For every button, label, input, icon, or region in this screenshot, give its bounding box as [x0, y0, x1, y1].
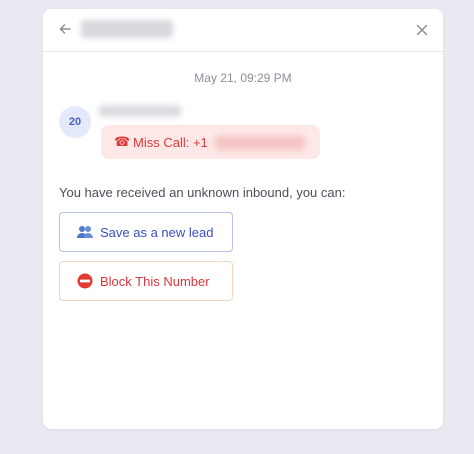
missed-call-label: Miss Call: +1 — [133, 135, 208, 150]
avatar: 20 — [59, 106, 91, 138]
sender-name-redacted — [99, 105, 181, 117]
save-lead-button[interactable]: Save as a new lead — [59, 212, 233, 252]
panel-header — [43, 9, 443, 52]
no-entry-icon — [77, 273, 93, 289]
users-icon — [77, 226, 93, 238]
close-icon[interactable] — [414, 22, 430, 38]
avatar-initials: 20 — [68, 116, 82, 128]
missed-call-bubble: ☎ Miss Call: +1 — [101, 125, 320, 159]
arrow-left-icon[interactable] — [57, 21, 73, 37]
telephone-icon: ☎ — [114, 134, 131, 149]
inbound-prompt: You have received an unknown inbound, yo… — [59, 185, 346, 200]
block-number-label: Block This Number — [100, 273, 210, 289]
contact-name-redacted — [81, 20, 173, 38]
conversation-panel: May 21, 09:29 PM 20 ☎ Miss Call: +1 You … — [43, 9, 443, 429]
message-timestamp: May 21, 09:29 PM — [194, 71, 292, 85]
phone-number-redacted — [215, 136, 305, 150]
block-number-button[interactable]: Block This Number — [59, 261, 233, 301]
save-lead-label: Save as a new lead — [100, 224, 214, 240]
